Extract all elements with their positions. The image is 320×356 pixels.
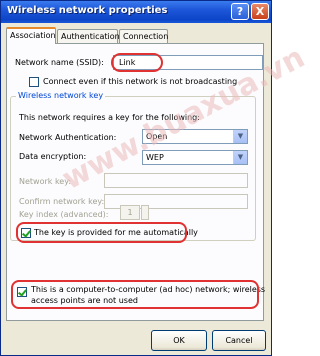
non-broadcast-checkbox[interactable] [29, 77, 39, 87]
network-key-label: Network key: [19, 177, 72, 186]
requires-key-text: This network requires a key for the foll… [19, 113, 200, 122]
encryption-select[interactable]: WEP ▼ [142, 150, 248, 165]
tab-association[interactable]: Association [6, 27, 56, 44]
window-title: Wireless network properties [7, 5, 168, 16]
chevron-down-icon: ▼ [233, 151, 247, 164]
key-index-value: 1 [127, 208, 133, 217]
tab-connection[interactable]: Connection [119, 29, 168, 43]
ssid-highlight [111, 53, 163, 72]
cancel-button[interactable]: Cancel [212, 330, 266, 351]
confirm-key-label: Confirm network key: [19, 197, 105, 206]
close-button[interactable]: X [251, 3, 269, 20]
auto-key-highlight [16, 222, 187, 243]
chevron-down-icon: ▼ [233, 130, 247, 143]
auth-select[interactable]: Open ▼ [142, 129, 248, 144]
auth-label: Network Authentication: [19, 133, 117, 142]
network-key-input[interactable] [104, 173, 248, 188]
adhoc-highlight [11, 280, 259, 309]
key-index-input[interactable]: 1 [120, 205, 140, 220]
encryption-value: WEP [146, 153, 164, 162]
wireless-key-group-title: Wireless network key [16, 91, 106, 100]
tab-authentication[interactable]: Authentication [57, 29, 120, 43]
key-index-spinner[interactable] [141, 205, 149, 220]
key-index-label: Key index (advanced): [19, 210, 109, 219]
auth-value: Open [146, 132, 168, 141]
association-panel: Network name (SSID): Link Connect even i… [6, 43, 265, 321]
help-button[interactable]: ? [231, 3, 249, 20]
ssid-label: Network name (SSID): [15, 58, 104, 67]
dialog-window: Wireless network properties ? X Associat… [0, 0, 310, 356]
encryption-label: Data encryption: [19, 152, 87, 161]
non-broadcast-label: Connect even if this network is not broa… [43, 77, 238, 86]
title-bar[interactable]: Wireless network properties ? X [1, 1, 271, 23]
ok-button[interactable]: OK [151, 330, 207, 351]
